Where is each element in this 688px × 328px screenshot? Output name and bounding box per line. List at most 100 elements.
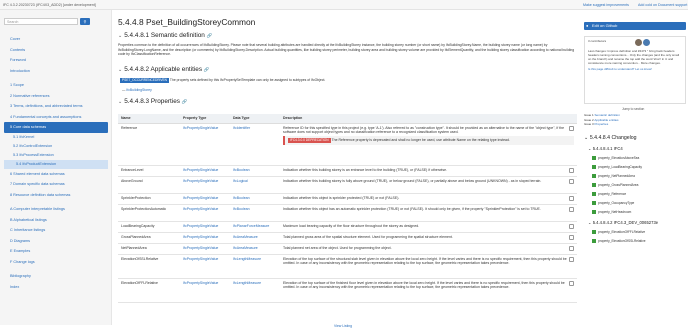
added-icon <box>592 165 596 170</box>
sidebar-item-kernel[interactable]: 5.1 IfcKernel <box>0 133 112 142</box>
change-item: property_Reference <box>592 192 626 197</box>
sidebar-item-control-ext[interactable]: 5.2 IfcControlExtension <box>0 142 112 151</box>
chevron-down-icon[interactable]: ⌄ <box>588 146 592 151</box>
sidebar-item-introduction[interactable]: Introduction <box>0 66 112 77</box>
sidebar-item-bibliography[interactable]: Bibliography <box>0 271 112 282</box>
section-title: 5.4.4.8.3 Properties <box>124 98 180 105</box>
data-type-link[interactable]: IfcIdentifier <box>233 126 250 130</box>
change-label: property_GrossPlannedArea <box>598 183 639 187</box>
data-type-link[interactable]: IfcLogical <box>233 179 248 183</box>
link-icon[interactable]: 🔗 <box>207 33 213 38</box>
table-row: SprinklerProtection IfcPropertySingleVal… <box>118 193 577 205</box>
sidebar-item-normative[interactable]: 2 Normative references <box>0 91 112 102</box>
expand-icon[interactable] <box>569 234 574 240</box>
sidebar-item-index[interactable]: Index <box>0 282 112 293</box>
prop-name: SprinklerProtection <box>118 193 180 205</box>
ifc4-heading: ⌄ 5.4.4.8.4.1 IFC4 <box>588 146 623 151</box>
prop-type-link[interactable]: IfcPropertySingleValue <box>183 235 218 239</box>
chevron-down-icon[interactable]: ⌄ <box>118 67 122 73</box>
chevron-down-icon[interactable]: ⌄ <box>584 135 588 141</box>
sidebar-item-core-schemas[interactable]: 5 Core data schemas <box>4 122 108 133</box>
prop-description: Total planned net area of the object. Us… <box>280 243 577 255</box>
semantic-definition-text: Properties common to the definition of a… <box>118 43 575 57</box>
sidebar-item-inheritance[interactable]: C Inheritance listings <box>0 225 112 236</box>
prop-type-link[interactable]: IfcPropertySingleValue <box>183 168 218 172</box>
expand-icon[interactable] <box>569 223 574 229</box>
search-button[interactable]: ⚲ <box>80 18 90 25</box>
data-type-link[interactable]: IfcBoolean <box>233 168 250 172</box>
description-text: Elevation of the top surface of the fini… <box>283 280 565 289</box>
ifc43-title: 5.4.4.8.4.2 IFC4.3_DEV_0065273e <box>592 220 659 225</box>
prop-type-link[interactable]: IfcPropertySingleValue <box>183 246 218 250</box>
expand-icon[interactable] <box>569 167 574 173</box>
expand-icon[interactable] <box>569 195 574 201</box>
avatar[interactable] <box>643 39 650 46</box>
description-text: Indication whether this building storey … <box>283 178 542 183</box>
prop-name: Reference <box>118 123 180 166</box>
data-type-link[interactable]: IfcAreaMeasure <box>233 246 258 250</box>
sidebar-item-contents[interactable]: Contents <box>0 45 112 56</box>
sidebar-item-resource-schemas[interactable]: 8 Resource definition data schemas <box>0 190 112 201</box>
sidebar-item-domain-schemas[interactable]: 7 Domain specific data schemas <box>0 179 112 190</box>
sidebar-item-product-ext[interactable]: 5.4 IfcProductExtension <box>4 159 108 169</box>
chevron-down-icon[interactable]: ⌄ <box>118 99 122 105</box>
table-row: ElevationOfFFLRelative IfcPropertySingle… <box>118 278 577 303</box>
data-type-link[interactable]: IfcPlanarForceMeasure <box>233 224 269 228</box>
prop-description: Total planned gross area of the spatial … <box>280 232 577 244</box>
sidebar-item-diagrams[interactable]: D Diagrams <box>0 236 112 247</box>
link-icon[interactable]: 🔗 <box>204 67 210 72</box>
expand-icon[interactable] <box>569 178 574 184</box>
change-label: property_NetPlannedArea <box>598 174 635 178</box>
expand-icon[interactable] <box>569 125 574 131</box>
sidebar-item-listings[interactable]: A Computer interpretable listings <box>0 204 112 215</box>
change-label: property_ElevationAboveSea <box>598 156 640 160</box>
prop-type-link[interactable]: IfcPropertySingleValue <box>183 179 218 183</box>
sidebar-item-cover[interactable]: Cover <box>0 34 112 45</box>
data-type-link[interactable]: IfcLengthMeasure <box>233 281 261 285</box>
search-input[interactable]: Search <box>4 18 78 25</box>
jump-link[interactable]: Applicable entities <box>594 118 618 122</box>
entity-link[interactable]: IfcBuildingStorey <box>126 88 151 92</box>
jump-link[interactable]: Semantic definition <box>595 113 620 117</box>
prop-type-link[interactable]: IfcPropertySingleValue <box>183 281 218 285</box>
avatar[interactable] <box>635 39 642 46</box>
description-text: Reference ID for this specified type in … <box>283 125 565 134</box>
col-property-type: Property Type <box>180 114 230 124</box>
change-item: property_NetHeadroom <box>592 210 631 215</box>
jump-link[interactable]: Properties <box>595 122 609 126</box>
expand-icon[interactable] <box>569 206 574 212</box>
expand-icon[interactable] <box>569 245 574 251</box>
expand-icon[interactable] <box>569 256 574 262</box>
description-text: Maximum load bearing capacity of the flo… <box>283 223 420 228</box>
sidebar-item-changelogs[interactable]: F Change logs <box>0 257 112 268</box>
chevron-down-icon[interactable]: ⌄ <box>118 33 122 39</box>
link-icon[interactable]: 🔗 <box>182 99 188 104</box>
expand-icon[interactable] <box>569 280 574 286</box>
sidebar-item-process-ext[interactable]: 5.3 IfcProcessExtension <box>0 151 112 160</box>
prop-type-link[interactable]: IfcPropertySingleValue <box>183 207 218 211</box>
add-code-link[interactable]: Add cold on Document support <box>638 3 687 7</box>
prop-name: LoadBearingCapacity <box>118 221 180 233</box>
data-type-link[interactable]: IfcAreaMeasure <box>233 235 258 239</box>
prop-type-link[interactable]: IfcPropertySingleValue <box>183 126 218 130</box>
data-type-link[interactable]: IfcBoolean <box>233 207 250 211</box>
data-type-link[interactable]: IfcBoolean <box>233 196 250 200</box>
change-item: property_NetPlannedArea <box>592 174 635 179</box>
edit-on-github-button[interactable]: ● Edit on Github <box>584 22 686 30</box>
sidebar-item-fundamental[interactable]: 4 Fundamental concepts and assumptions <box>0 112 112 123</box>
main-content: 5.4.4.8 Pset_BuildingStoreyCommon ⌄ 5.4.4… <box>114 10 580 328</box>
sidebar-item-scope[interactable]: 1 Scope <box>0 80 112 91</box>
suggest-improvements-link[interactable]: Make suggest improvements <box>583 3 629 7</box>
chevron-down-icon[interactable]: ⌄ <box>588 220 592 225</box>
sidebar-item-terms[interactable]: 3 Terms, definitions, and abbreviated te… <box>0 101 112 112</box>
data-type-link[interactable]: IfcLengthMeasure <box>233 257 261 261</box>
added-icon <box>592 156 596 161</box>
feedback-link[interactable]: Is this page difficult to understand? Le… <box>588 67 682 71</box>
prop-type-link[interactable]: IfcPropertySingleValue <box>183 224 218 228</box>
sidebar-item-foreword[interactable]: Foreword <box>0 55 112 66</box>
prop-type-link[interactable]: IfcPropertySingleValue <box>183 257 218 261</box>
sidebar-item-examples[interactable]: E Examples <box>0 246 112 257</box>
sidebar-item-shared-schemas[interactable]: 6 Shared element data schemas <box>0 169 112 180</box>
sidebar-item-alphabetical[interactable]: B Alphabetical listings <box>0 215 112 226</box>
prop-type-link[interactable]: IfcPropertySingleValue <box>183 196 218 200</box>
